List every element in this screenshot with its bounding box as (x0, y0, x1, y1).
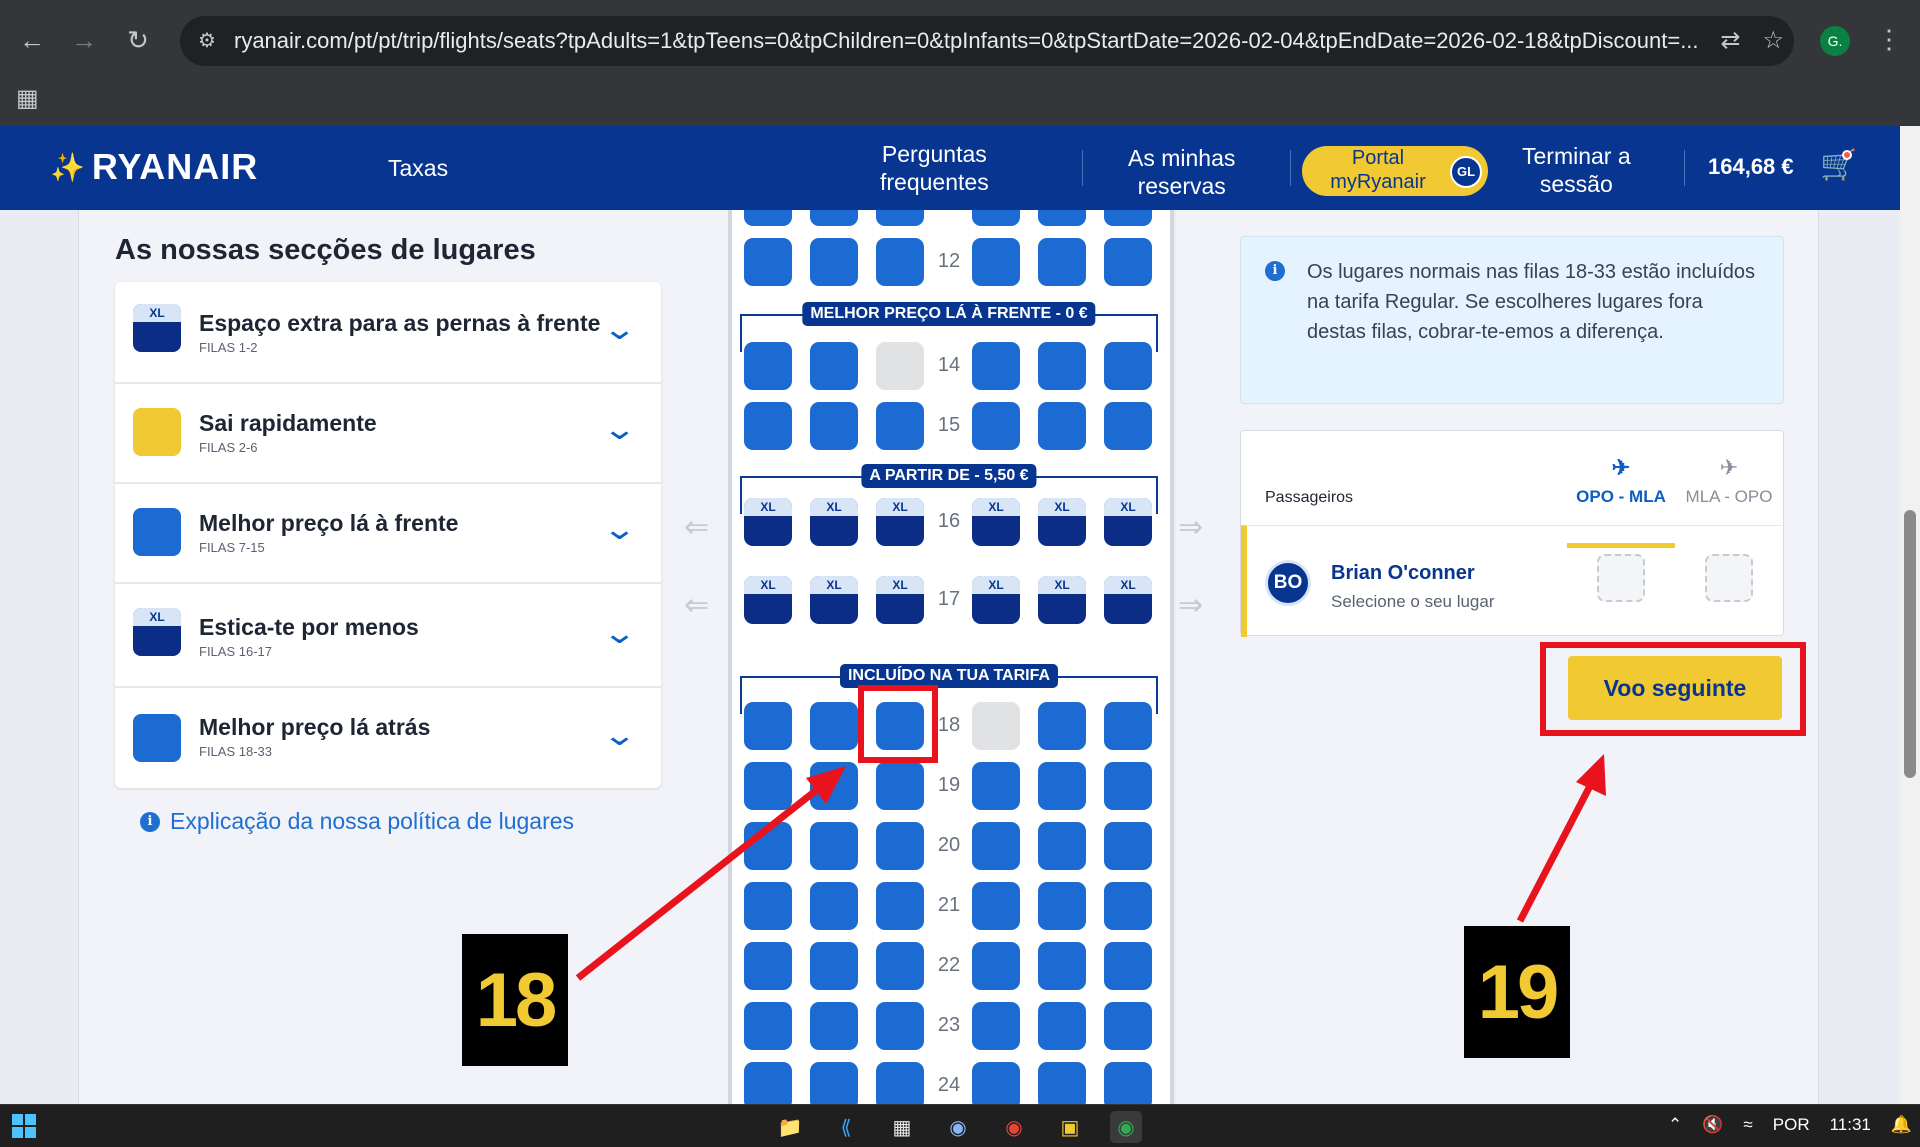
reload-icon[interactable]: ↻ (120, 22, 156, 58)
site-settings-icon[interactable]: ⚙ (194, 28, 220, 54)
sticky-notes-icon[interactable]: ▣ (1054, 1111, 1086, 1143)
volume-muted-icon[interactable]: 🔇 (1702, 1115, 1723, 1135)
tray-chevron-icon[interactable]: ⌃ (1668, 1115, 1682, 1135)
clock[interactable]: 11:31 (1830, 1115, 1871, 1135)
notification-bell-icon[interactable]: 🔔 (1891, 1115, 1912, 1135)
forward-icon[interactable]: → (66, 22, 102, 58)
address-bar[interactable]: ⚙ ryanair.com/pt/pt/trip/flights/seats?t… (180, 16, 1794, 66)
apps-grid-icon[interactable]: ▦ (16, 84, 39, 113)
store-icon[interactable]: ▦ (886, 1111, 918, 1143)
browser-app-icon[interactable]: ◉ (942, 1111, 974, 1143)
step-19-label: 19 (1464, 926, 1570, 1058)
ryanair-page: ✨ RYANAIR Taxas Perguntas frequentes As mi… (0, 126, 1920, 1104)
bookmark-star-icon[interactable]: ☆ (1762, 26, 1784, 55)
windows-start-icon[interactable] (12, 1114, 36, 1138)
file-explorer-icon[interactable]: 📁 (774, 1111, 806, 1143)
step-18-label: 18 (462, 934, 568, 1066)
vscode-icon[interactable]: ⟪ (830, 1111, 862, 1143)
back-icon[interactable]: ← (14, 22, 50, 58)
scrollbar-thumb[interactable] (1904, 510, 1916, 778)
browser-toolbar: ← → ↻ ⚙ ryanair.com/pt/pt/trip/flights/s… (0, 0, 1920, 126)
os-taskbar: 📁 ⟪ ▦ ◉ ◉ ▣ ◉ ⌃ 🔇 ≈ POR 11:31 🔔 (0, 1104, 1920, 1147)
profile-avatar[interactable]: G. (1820, 26, 1850, 56)
annotation-arrows (575, 754, 1606, 981)
wifi-icon[interactable]: ≈ (1743, 1115, 1752, 1135)
language-indicator[interactable]: POR (1773, 1115, 1810, 1135)
menu-kebab-icon[interactable]: ⋮ (1876, 24, 1902, 55)
url-text: ryanair.com/pt/pt/trip/flights/seats?tpA… (234, 28, 1699, 53)
chrome-active-icon[interactable]: ◉ (1110, 1111, 1142, 1143)
system-tray: ⌃ 🔇 ≈ POR 11:31 🔔 (1668, 1115, 1912, 1135)
chrome-icon[interactable]: ◉ (998, 1111, 1030, 1143)
translate-icon[interactable]: ⇄ (1720, 26, 1740, 55)
